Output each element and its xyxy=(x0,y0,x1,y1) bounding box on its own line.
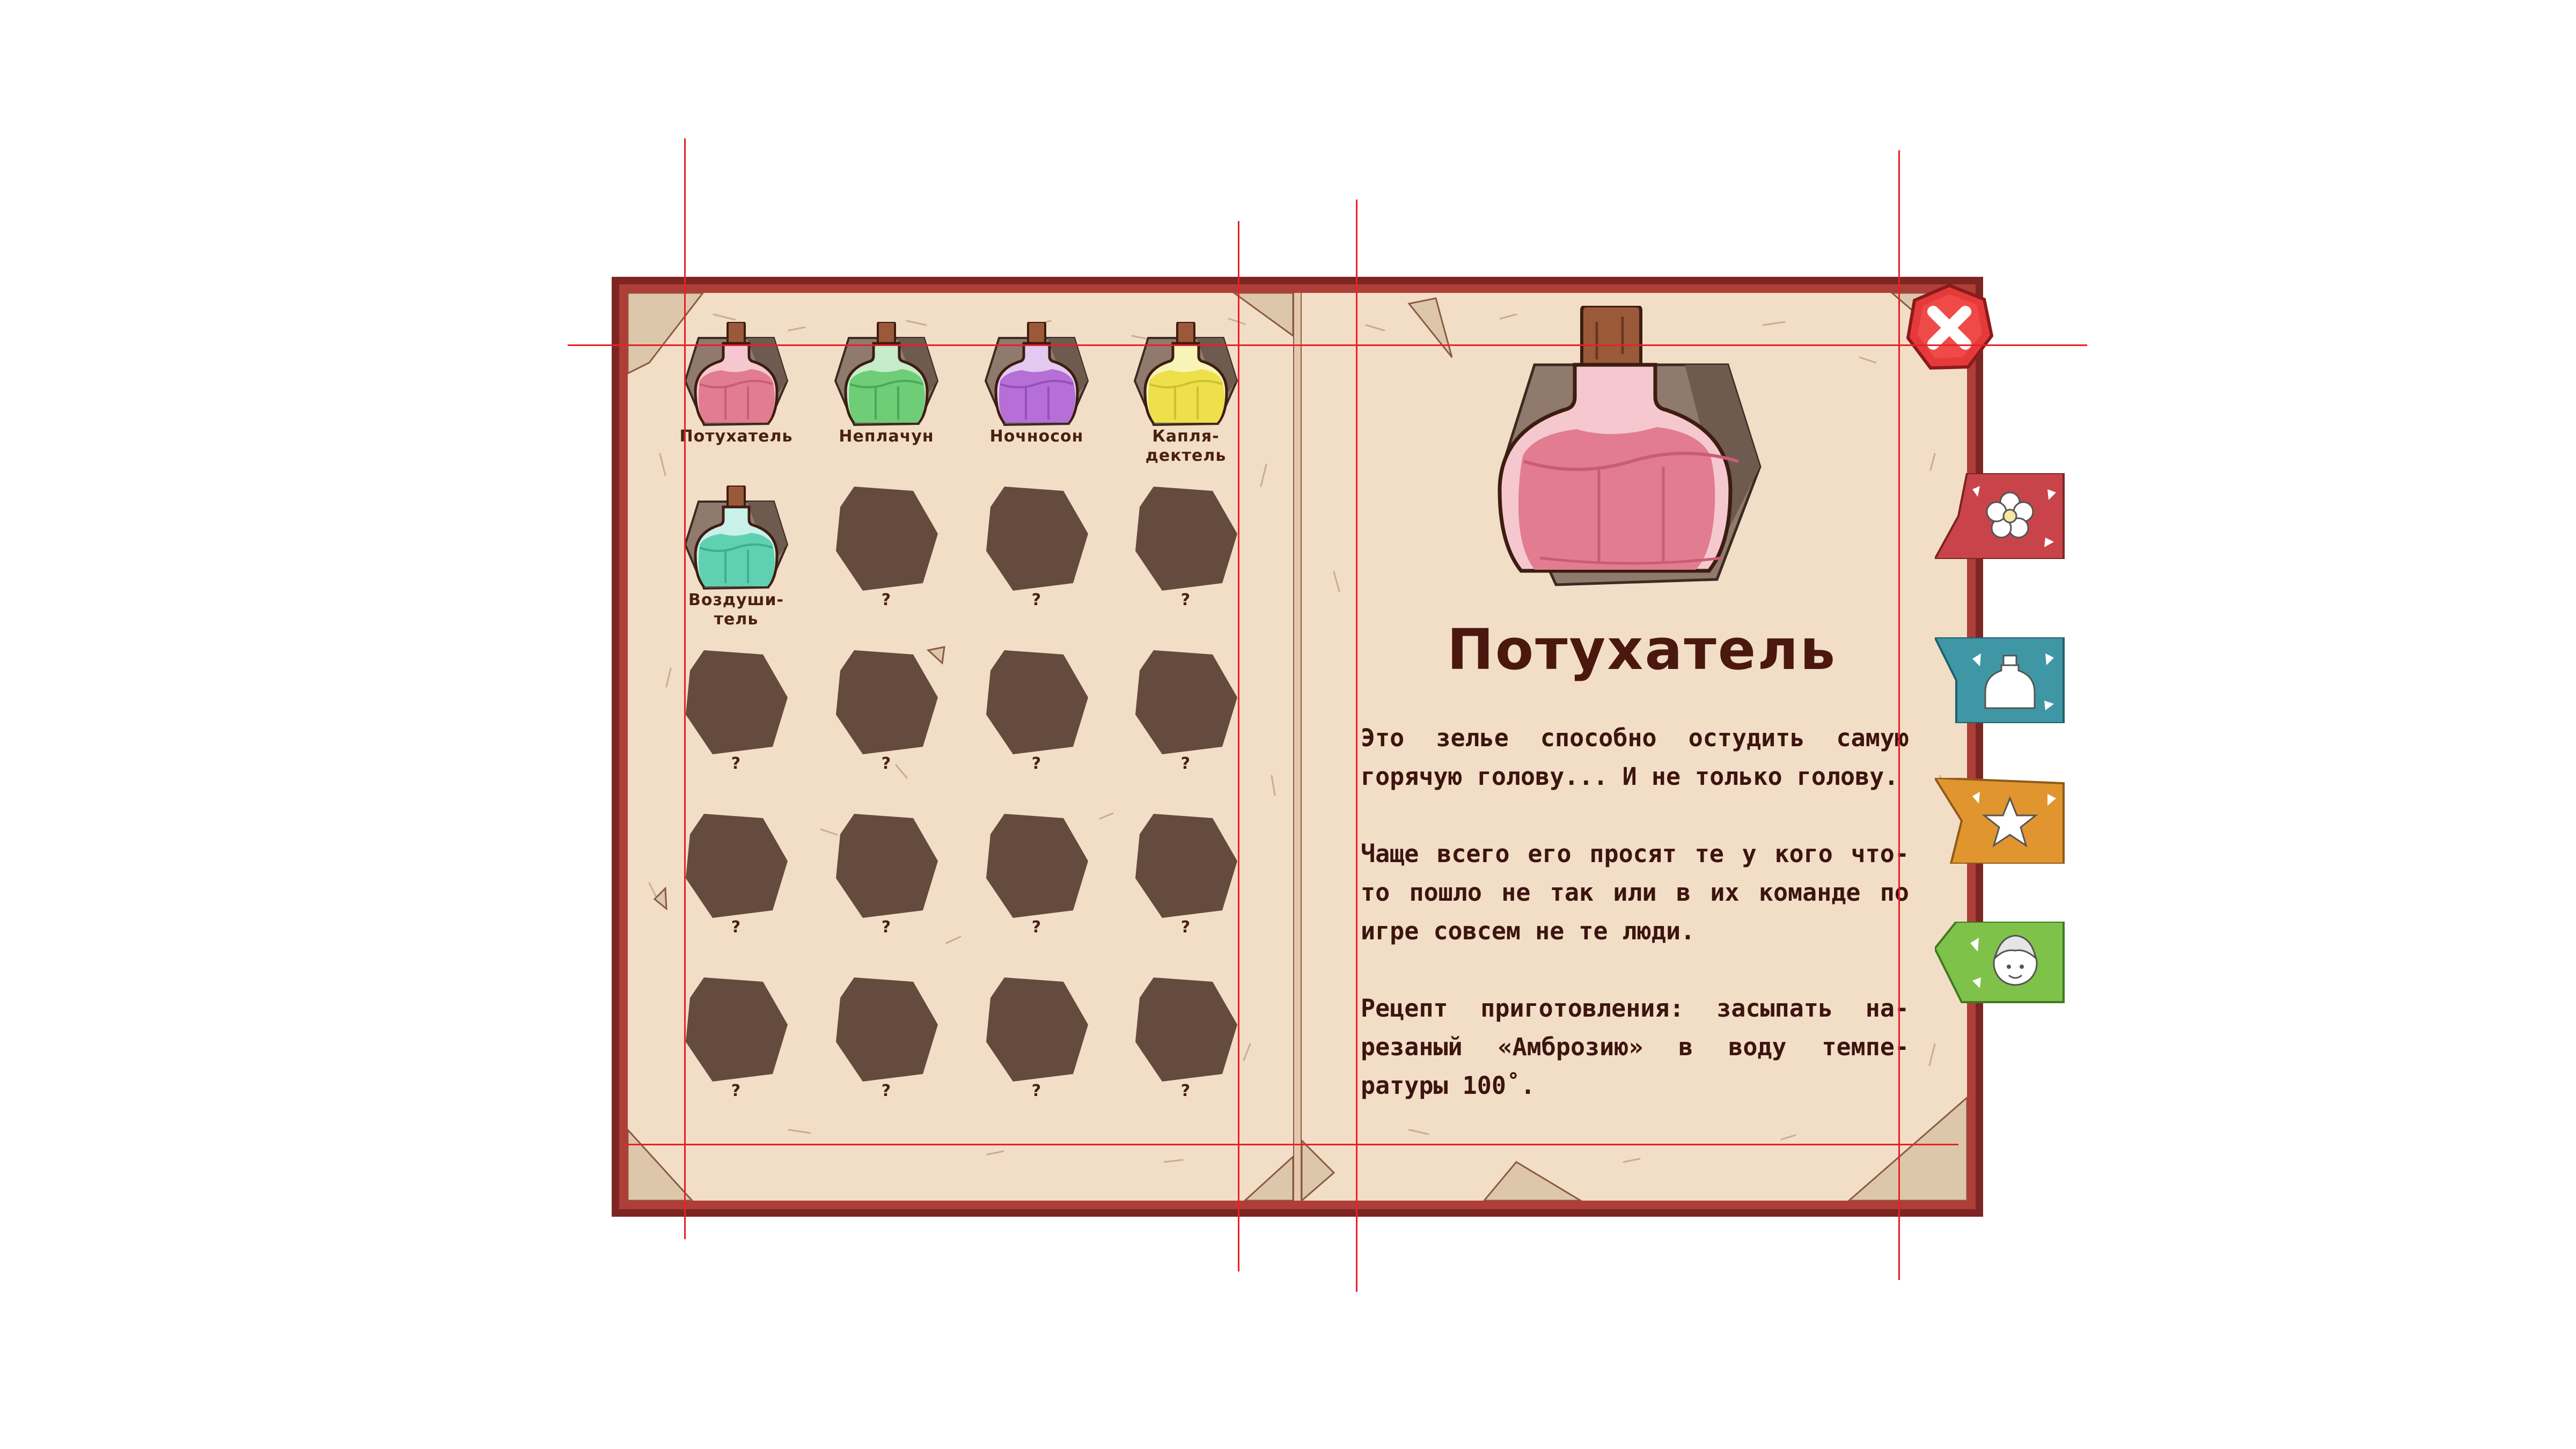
potion-slot-locked[interactable]: ? xyxy=(833,486,940,636)
potion-bottle-icon xyxy=(984,322,1089,426)
locked-slot-icon xyxy=(1135,977,1237,1082)
potion-label: ? xyxy=(1031,591,1042,609)
potion-label: ? xyxy=(1031,754,1042,773)
tab-characters[interactable] xyxy=(1935,922,2069,1007)
potion-bottle-icon xyxy=(1133,322,1238,426)
description-paragraph: Это зелье способно остудить самую горячу… xyxy=(1361,724,1909,791)
locked-slot-icon xyxy=(686,977,788,1082)
locked-slot-icon xyxy=(1135,650,1237,754)
potion-slot-locked[interactable]: ? xyxy=(833,813,940,963)
potion-slot-locked[interactable]: ? xyxy=(1132,649,1239,799)
locked-slot-icon xyxy=(686,814,788,918)
guide-line xyxy=(1898,150,1900,1280)
selected-potion-title: Потухатель xyxy=(1447,617,1837,682)
selected-potion-description: Это зелье способно остудить самую горячу… xyxy=(1361,719,1909,1144)
close-button[interactable] xyxy=(1904,282,1995,373)
potion-bottle-icon xyxy=(684,322,789,426)
potion-slot[interactable]: Воздуши- тель xyxy=(682,486,790,636)
locked-slot-icon xyxy=(986,650,1088,754)
potion-label: ? xyxy=(881,918,892,937)
tab-potions[interactable] xyxy=(1935,637,2069,723)
book-spine xyxy=(1293,293,1302,1201)
potion-label: ? xyxy=(881,591,892,609)
potion-label: ? xyxy=(1031,1082,1042,1100)
locked-slot-icon xyxy=(836,814,938,918)
potion-slot-locked[interactable]: ? xyxy=(983,976,1090,1127)
description-paragraph: Рецепт приготовления: засыпать на-резаны… xyxy=(1361,994,1909,1100)
locked-slot-icon xyxy=(986,487,1088,591)
potion-slot-locked[interactable]: ? xyxy=(1132,813,1239,963)
potion-slot-locked[interactable]: ? xyxy=(983,649,1090,799)
potion-label: Потухатель xyxy=(679,427,793,446)
locked-slot-icon xyxy=(1135,814,1237,918)
potion-label: Неплачун xyxy=(839,427,934,446)
potion-label: ? xyxy=(731,918,742,937)
potion-label: ? xyxy=(881,754,892,773)
description-paragraph: Чаще всего его просят те у кого что-то п… xyxy=(1361,840,1909,945)
potion-label: ? xyxy=(1031,918,1042,937)
tab-stars[interactable] xyxy=(1935,778,2069,864)
guide-line xyxy=(568,344,2087,346)
potion-slot-locked[interactable]: ? xyxy=(833,976,940,1127)
potion-slot-locked[interactable]: ? xyxy=(1132,976,1239,1127)
guide-line xyxy=(1356,200,1357,1292)
locked-slot-icon xyxy=(836,977,938,1082)
locked-slot-icon xyxy=(686,650,788,754)
guide-line xyxy=(684,138,686,1239)
potion-label: Ночносон xyxy=(989,427,1084,446)
potion-label: ? xyxy=(731,1082,742,1100)
potion-slot-locked[interactable]: ? xyxy=(983,813,1090,963)
locked-slot-icon xyxy=(836,650,938,754)
potion-slot-locked[interactable]: ? xyxy=(682,649,790,799)
potion-slot-locked[interactable]: ? xyxy=(682,976,790,1127)
guide-line xyxy=(626,1144,1958,1145)
potion-label: ? xyxy=(731,754,742,773)
locked-slot-icon xyxy=(986,977,1088,1082)
tab-flowers[interactable] xyxy=(1935,473,2069,559)
potion-slot-locked[interactable]: ? xyxy=(1132,486,1239,636)
potion-label: Воздуши- тель xyxy=(688,591,784,629)
locked-slot-icon xyxy=(986,814,1088,918)
potion-slot-locked[interactable]: ? xyxy=(983,486,1090,636)
selected-potion-image xyxy=(1498,306,1762,586)
potion-bottle-icon xyxy=(684,486,789,590)
locked-slot-icon xyxy=(1135,487,1237,591)
potion-slot-locked[interactable]: ? xyxy=(682,813,790,963)
potion-slot-locked[interactable]: ? xyxy=(833,649,940,799)
guide-line xyxy=(1238,221,1239,1271)
potion-label: ? xyxy=(881,1082,892,1100)
locked-slot-icon xyxy=(836,487,938,591)
potion-bottle-icon xyxy=(834,322,939,426)
